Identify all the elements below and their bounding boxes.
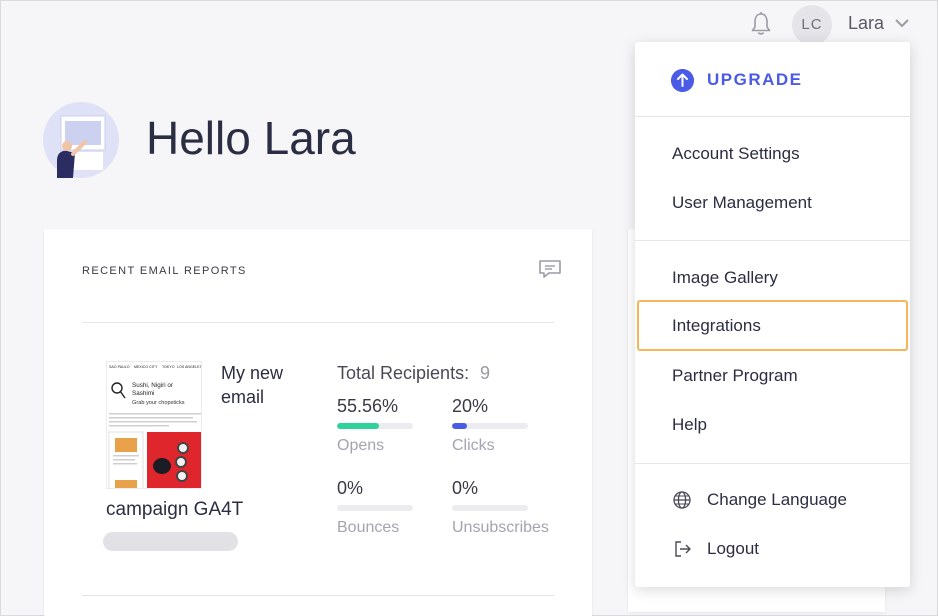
thumbnail-image: SAO PAULO MEXICO CITY TOKYO LOS ANGELES … bbox=[107, 362, 202, 488]
page-title: Hello Lara bbox=[146, 112, 356, 164]
stat-value: 0% bbox=[452, 478, 479, 498]
menu-divider bbox=[635, 240, 910, 241]
thumb-nav-3: TOKYO bbox=[162, 365, 175, 369]
logout-icon bbox=[675, 541, 691, 557]
progress-bar bbox=[452, 423, 528, 429]
globe-icon bbox=[673, 491, 691, 509]
divider bbox=[82, 595, 554, 596]
stat-opens: 55.56% Opens bbox=[337, 396, 417, 455]
email-name[interactable]: My new email bbox=[221, 361, 311, 409]
card-title: RECENT EMAIL REPORTS bbox=[82, 265, 247, 277]
top-bar: LC Lara bbox=[1, 1, 938, 45]
menu-divider bbox=[635, 463, 910, 464]
status-placeholder bbox=[103, 532, 238, 551]
menu-item-image-gallery[interactable]: Image Gallery bbox=[672, 268, 778, 288]
stat-value: 0% bbox=[337, 478, 364, 498]
stat-unsubscribes: 0% Unsubscribes bbox=[452, 478, 562, 537]
chat-bubble-icon[interactable] bbox=[538, 259, 562, 279]
total-recipients-value: 9 bbox=[480, 363, 491, 383]
stat-clicks: 20% Clicks bbox=[452, 396, 532, 455]
thumb-headline-2: Sashimi bbox=[132, 390, 154, 397]
stat-value: 20% bbox=[452, 396, 489, 416]
user-menu-toggle[interactable]: Lara bbox=[848, 13, 884, 34]
stat-label: Opens bbox=[337, 437, 385, 454]
menu-item-integrations[interactable]: Integrations bbox=[637, 300, 908, 351]
user-dropdown-menu: UPGRADE Account Settings User Management… bbox=[635, 42, 910, 587]
thumb-nav-2: MEXICO CITY bbox=[134, 365, 158, 369]
stat-label: Unsubscribes bbox=[452, 519, 549, 536]
thumb-headline-1: Sushi, Nigiri or bbox=[132, 382, 173, 389]
divider bbox=[82, 322, 554, 323]
total-recipients-label: Total Recipients: bbox=[337, 363, 470, 383]
progress-bar bbox=[337, 505, 413, 511]
stat-label: Bounces bbox=[337, 519, 400, 536]
menu-item-account-settings[interactable]: Account Settings bbox=[672, 144, 800, 164]
greeting-illustration bbox=[43, 102, 119, 178]
stat-label: Clicks bbox=[452, 437, 495, 454]
thumb-nav-4: LOS ANGELES bbox=[177, 365, 202, 369]
stat-value: 55.56% bbox=[337, 396, 399, 416]
chevron-down-icon[interactable] bbox=[894, 17, 910, 29]
thumb-subline: Grab your chopsticks bbox=[132, 400, 185, 406]
menu-divider bbox=[635, 116, 910, 117]
progress-fill bbox=[452, 423, 468, 429]
thumb-nav-1: SAO PAULO bbox=[109, 365, 130, 369]
progress-bar bbox=[337, 423, 413, 429]
menu-item-help[interactable]: Help bbox=[672, 415, 707, 435]
progress-fill bbox=[337, 423, 380, 429]
menu-item-logout[interactable]: Logout bbox=[707, 539, 759, 559]
upgrade-label: UPGRADE bbox=[707, 70, 803, 89]
menu-item-change-language[interactable]: Change Language bbox=[707, 490, 847, 510]
progress-bar bbox=[452, 505, 528, 511]
bell-icon[interactable] bbox=[749, 11, 773, 37]
campaign-name[interactable]: campaign GA4T bbox=[106, 499, 243, 521]
email-thumbnail[interactable]: SAO PAULO MEXICO CITY TOKYO LOS ANGELES … bbox=[106, 361, 202, 489]
menu-item-user-management[interactable]: User Management bbox=[672, 193, 812, 213]
avatar[interactable]: LC bbox=[792, 5, 832, 45]
arrow-up-icon bbox=[671, 69, 694, 92]
recent-email-reports-card: RECENT EMAIL REPORTS SAO PAULO MEXICO CI… bbox=[44, 229, 592, 616]
stat-bounces: 0% Bounces bbox=[337, 478, 417, 537]
menu-item-partner-program[interactable]: Partner Program bbox=[672, 366, 798, 386]
